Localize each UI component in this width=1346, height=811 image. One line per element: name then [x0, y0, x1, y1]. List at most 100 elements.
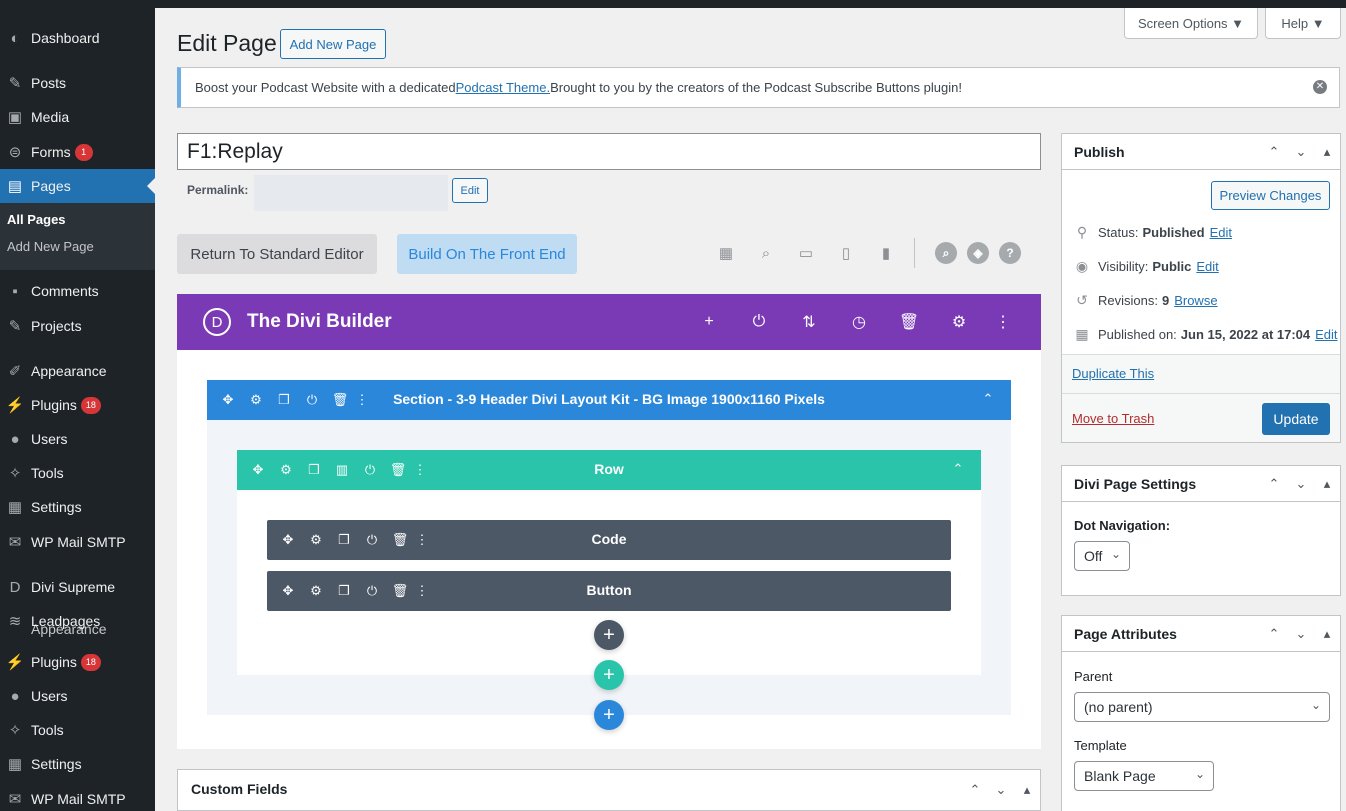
sidebar-item-media[interactable]: ▣ Media: [0, 100, 155, 134]
add-new-page-button[interactable]: Add New Page: [280, 29, 386, 59]
duplicate-link[interactable]: Duplicate This: [1072, 366, 1154, 381]
sidebar-item-label: WP Mail SMTP: [31, 534, 126, 550]
history-icon[interactable]: ◷: [848, 311, 870, 333]
revisions-value: 9: [1161, 293, 1170, 308]
return-standard-editor-button[interactable]: Return To Standard Editor: [177, 234, 377, 274]
sidebar-item-label: Pages: [31, 178, 71, 194]
layers-icon[interactable]: ◈: [967, 242, 989, 264]
chevron-up-icon[interactable]: ⌃: [1265, 143, 1283, 161]
dismiss-icon[interactable]: ✕: [1313, 80, 1327, 94]
build-front-end-button[interactable]: Build On The Front End: [397, 234, 577, 274]
collapse-icon[interactable]: ▴: [1018, 781, 1036, 799]
row-bar[interactable]: ✥ ⚙ ❐ ▥ ⏻ 🗑 ⋮ Row ⌃: [237, 450, 981, 490]
chevron-down-icon: ⌄: [1194, 767, 1205, 781]
visibility-edit-link[interactable]: Edit: [1196, 259, 1218, 274]
layout-icon[interactable]: ▦: [716, 243, 736, 263]
desktop-icon[interactable]: ▭: [796, 243, 816, 263]
collapse-icon[interactable]: ▴: [1318, 475, 1336, 493]
revisions-icon: ↺: [1076, 292, 1088, 308]
help-icon[interactable]: ?: [999, 242, 1021, 264]
sidebar-item-wp-mail-smtp[interactable]: ✉ WP Mail SMTP: [0, 525, 155, 559]
submenu-add-new-page[interactable]: Add New Page: [7, 239, 94, 254]
sidebar-item-plugins[interactable]: ⚡ Plugins 18: [0, 645, 155, 679]
sidebar-item-settings[interactable]: ▦ Settings: [0, 490, 155, 524]
phone-icon[interactable]: ▮: [876, 243, 896, 263]
projects-icon: ✎: [8, 318, 22, 335]
submenu-all-pages[interactable]: All Pages: [7, 212, 66, 227]
search-icon[interactable]: ⌕: [935, 242, 957, 264]
status-edit-link[interactable]: Edit: [1210, 225, 1232, 240]
sidebar-item-tools[interactable]: ✧ Tools: [0, 713, 155, 747]
module-bar-code[interactable]: ✥ ⚙ ❐ ⏻ 🗑 ⋮ Code: [267, 520, 951, 560]
permalink-url-redacted[interactable]: [254, 175, 448, 211]
preview-changes-button[interactable]: Preview Changes: [1211, 181, 1330, 210]
add-module-button[interactable]: +: [594, 620, 624, 650]
status-label: Status:: [1098, 225, 1139, 240]
module-bar-button[interactable]: ✥ ⚙ ❐ ⏻ 🗑 ⋮ Button: [267, 571, 951, 611]
chevron-up-icon[interactable]: ⌃: [949, 460, 967, 478]
chevron-down-icon[interactable]: ⌄: [1292, 625, 1310, 643]
sidebar-item-projects[interactable]: ✎ Projects: [0, 309, 155, 343]
chevron-down-icon[interactable]: ⌄: [992, 781, 1010, 799]
tablet-icon[interactable]: ▯: [836, 243, 856, 263]
collapse-icon[interactable]: ▴: [1318, 143, 1336, 161]
parent-select[interactable]: (no parent) ⌄: [1074, 692, 1330, 722]
add-section-button[interactable]: +: [594, 700, 624, 730]
custom-fields-box: Custom Fields ⌃ ⌄ ▴: [177, 769, 1041, 811]
help-button[interactable]: Help ▼: [1265, 8, 1341, 39]
section-title: Section - 3-9 Header Divi Layout Kit - B…: [393, 391, 825, 407]
move-to-trash-link[interactable]: Move to Trash: [1072, 411, 1154, 426]
sidebar-item-wp-mail-smtp[interactable]: ✉ WP Mail SMTP: [0, 782, 155, 811]
sidebar-item-divi-supreme[interactable]: D Divi Supreme: [0, 570, 155, 604]
collapse-icon[interactable]: ▴: [1318, 625, 1336, 643]
calendar-icon: ▦: [1075, 326, 1089, 342]
chevron-down-icon[interactable]: ⌄: [1292, 475, 1310, 493]
sidebar-item-pages[interactable]: ▤ Pages: [0, 169, 155, 203]
chevron-down-icon[interactable]: ⌄: [1292, 143, 1310, 161]
sidebar-item-comments[interactable]: ▪ Comments: [0, 274, 155, 308]
sort-icon[interactable]: ⇅: [798, 311, 820, 333]
sidebar-item-users[interactable]: ● Users: [0, 679, 155, 713]
trash-icon[interactable]: 🗑: [898, 311, 920, 333]
wrench-icon: ✧: [8, 465, 22, 482]
sidebar-item-label: Divi Supreme: [31, 579, 116, 595]
wrench-icon: ✧: [8, 722, 22, 739]
template-select[interactable]: Blank Page ⌄: [1074, 761, 1214, 791]
power-icon[interactable]: ⏻: [748, 311, 770, 333]
chevron-up-icon[interactable]: ⌃: [966, 781, 984, 799]
dot-navigation-label: Dot Navigation:: [1074, 518, 1171, 533]
chevron-up-icon[interactable]: ⌃: [1265, 475, 1283, 493]
sidebar-item-tools[interactable]: ✧ Tools: [0, 456, 155, 490]
gear-icon[interactable]: ⚙: [948, 311, 970, 333]
podcast-theme-link[interactable]: Podcast Theme.: [456, 80, 550, 95]
update-button[interactable]: Update: [1262, 403, 1330, 435]
sidebar-item-dashboard[interactable]: ◐ Dashboard: [0, 21, 155, 55]
more-icon[interactable]: ⋮: [992, 311, 1014, 333]
publish-box: Publish ⌃ ⌄ ▴ Preview Changes ⚲ Status: …: [1061, 133, 1341, 443]
chevron-up-icon[interactable]: ⌃: [979, 390, 997, 408]
chevron-up-icon[interactable]: ⌃: [1265, 625, 1283, 643]
section-bar[interactable]: ✥ ⚙ ❐ ⏻ 🗑 ⋮ Section - 3-9 Header Divi La…: [207, 380, 1011, 420]
permalink-edit-button[interactable]: Edit: [452, 178, 488, 203]
screen-options-button[interactable]: Screen Options ▼: [1124, 8, 1258, 39]
sidebar-item-label: Plugins: [31, 397, 77, 413]
published-edit-link[interactable]: Edit: [1315, 327, 1337, 342]
add-icon[interactable]: +: [698, 311, 720, 333]
sidebar-item-users[interactable]: ● Users: [0, 422, 155, 456]
sidebar-item-forms[interactable]: ⊜ Forms 1: [0, 135, 155, 169]
sidebar-item-label: Tools: [31, 722, 64, 738]
divi-builder-header: D The Divi Builder + ⏻ ⇅ ◷ 🗑 ⚙ ⋮: [177, 294, 1041, 350]
sidebar-item-appearance[interactable]: ✐ Appearance: [0, 354, 155, 388]
brush-icon: ✐: [8, 363, 22, 380]
add-row-button[interactable]: +: [594, 660, 624, 690]
dot-navigation-select[interactable]: Off ⌄: [1074, 541, 1130, 571]
zoom-icon[interactable]: ⌕: [756, 243, 776, 263]
browse-revisions-link[interactable]: Browse: [1174, 293, 1217, 308]
settings-icon: ▦: [7, 499, 23, 516]
sidebar-item-label: Media: [31, 109, 70, 125]
title-input[interactable]: F1:Replay: [177, 133, 1041, 170]
sidebar-item-settings[interactable]: ▦ Settings: [0, 747, 155, 781]
sidebar-item-plugins[interactable]: ⚡ Plugins 18: [0, 388, 155, 422]
sidebar-item-posts[interactable]: ✎ Posts: [0, 66, 155, 100]
divi-supreme-icon: D: [9, 578, 21, 596]
